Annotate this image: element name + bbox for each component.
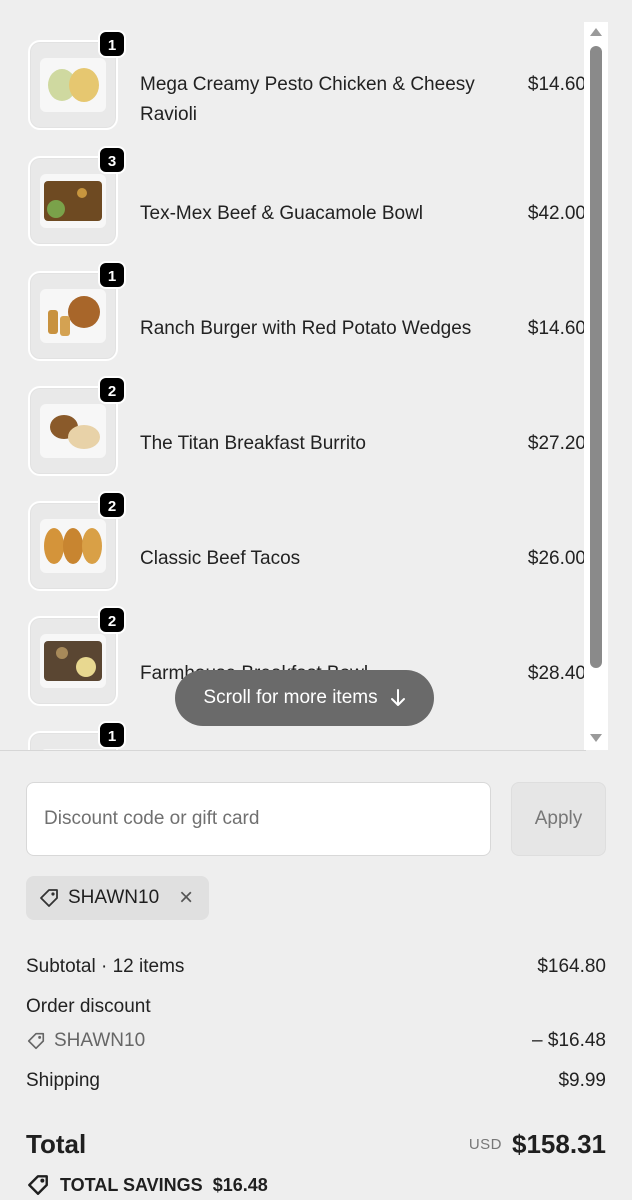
burrito-meal-icon bbox=[50, 415, 100, 449]
item-price: $14.60 bbox=[527, 318, 586, 339]
total-row: Total USD $158.31 bbox=[26, 1124, 606, 1164]
tacos-meal-icon bbox=[44, 528, 102, 564]
quantity-badge: 2 bbox=[98, 606, 126, 634]
subtotal-row: Subtotal · 12 items $164.80 bbox=[26, 952, 606, 982]
shipping-row: Shipping $9.99 bbox=[26, 1066, 606, 1096]
pasta-meal-icon bbox=[48, 68, 99, 102]
tag-icon bbox=[40, 889, 58, 907]
applied-discount-chip: SHAWN10 × bbox=[26, 876, 209, 920]
quantity-badge: 2 bbox=[98, 376, 126, 404]
shipping-value: $9.99 bbox=[558, 1070, 606, 1091]
total-label: Total bbox=[26, 1128, 87, 1159]
remove-code-close-icon[interactable]: × bbox=[179, 886, 193, 910]
subtotal-label: Subtotal · 12 items bbox=[26, 956, 185, 977]
order-discount-label: Order discount bbox=[26, 996, 151, 1017]
arrow-down-icon bbox=[390, 689, 405, 706]
beef-bowl-meal-icon bbox=[44, 181, 102, 221]
list-divider bbox=[0, 750, 586, 751]
shipping-label: Shipping bbox=[26, 1070, 100, 1091]
currency-code: USD bbox=[468, 1135, 503, 1153]
scroll-for-more-button[interactable]: Scroll for more items bbox=[175, 670, 434, 726]
discount-code-row: SHAWN10 – $16.48 bbox=[26, 1026, 606, 1056]
item-price: $27.20 bbox=[527, 433, 586, 454]
total-savings: TOTAL SAVINGS $16.48 bbox=[26, 1170, 268, 1200]
cart-item: 2 Classic Beef Tacos $26.00 bbox=[26, 491, 586, 591]
tag-icon bbox=[28, 1175, 48, 1195]
order-discount-row: Order discount bbox=[26, 992, 606, 1022]
applied-code-text: SHAWN10 bbox=[68, 887, 160, 908]
item-name: The Titan Breakfast Burrito bbox=[140, 433, 366, 454]
quantity-badge: 1 bbox=[98, 261, 126, 289]
scrollbar-thumb[interactable] bbox=[590, 46, 602, 668]
quantity-badge: 2 bbox=[98, 491, 126, 519]
cart-item: 1 Ranch Burger with Red Potato Wedges $1… bbox=[26, 261, 586, 361]
cart-item: 2 The Titan Breakfast Burrito $27.20 bbox=[26, 376, 586, 476]
quantity-badge: 1 bbox=[98, 30, 126, 58]
tag-icon bbox=[27, 1032, 45, 1050]
scroll-down-arrow-icon[interactable] bbox=[590, 734, 602, 742]
total-value: $158.31 bbox=[512, 1128, 606, 1159]
item-price: $14.60 bbox=[527, 74, 586, 95]
items-scrollbar[interactable] bbox=[584, 22, 608, 750]
item-name: Classic Beef Tacos bbox=[140, 548, 301, 569]
savings-value: $16.48 bbox=[212, 1174, 268, 1195]
cart-item: 3 Tex-Mex Beef & Guacamole Bowl $42.00 bbox=[26, 146, 586, 246]
discount-code-detail: SHAWN10 bbox=[26, 1030, 145, 1052]
cart-item: 1 Mega Creamy Pesto Chicken & Cheesy Rav… bbox=[26, 30, 586, 130]
savings-label: TOTAL SAVINGS bbox=[60, 1174, 203, 1195]
apply-discount-button[interactable]: Apply bbox=[511, 782, 606, 856]
burger-meal-icon bbox=[48, 296, 100, 336]
quantity-badge: 1 bbox=[98, 721, 126, 749]
item-name: Tex-Mex Beef & Guacamole Bowl bbox=[140, 203, 424, 224]
scroll-up-arrow-icon[interactable] bbox=[590, 28, 602, 36]
item-name: Ranch Burger with Red Potato Wedges bbox=[140, 318, 472, 339]
item-name: Mega Creamy Pesto Chicken & Cheesy Ravio… bbox=[140, 74, 475, 125]
breakfast-bowl-meal-icon bbox=[44, 641, 102, 681]
discount-code-input[interactable] bbox=[26, 782, 491, 856]
item-price: $42.00 bbox=[527, 203, 586, 224]
scroll-hint-label: Scroll for more items bbox=[203, 687, 378, 708]
cart-items-list[interactable]: 1 Mega Creamy Pesto Chicken & Cheesy Rav… bbox=[0, 22, 586, 750]
item-price: $26.00 bbox=[527, 548, 586, 569]
subtotal-value: $164.80 bbox=[537, 956, 606, 977]
discount-value: – $16.48 bbox=[532, 1030, 606, 1051]
item-price: $28.40 bbox=[527, 663, 586, 684]
quantity-badge: 3 bbox=[98, 146, 126, 174]
discount-code-text: SHAWN10 bbox=[54, 1030, 146, 1051]
